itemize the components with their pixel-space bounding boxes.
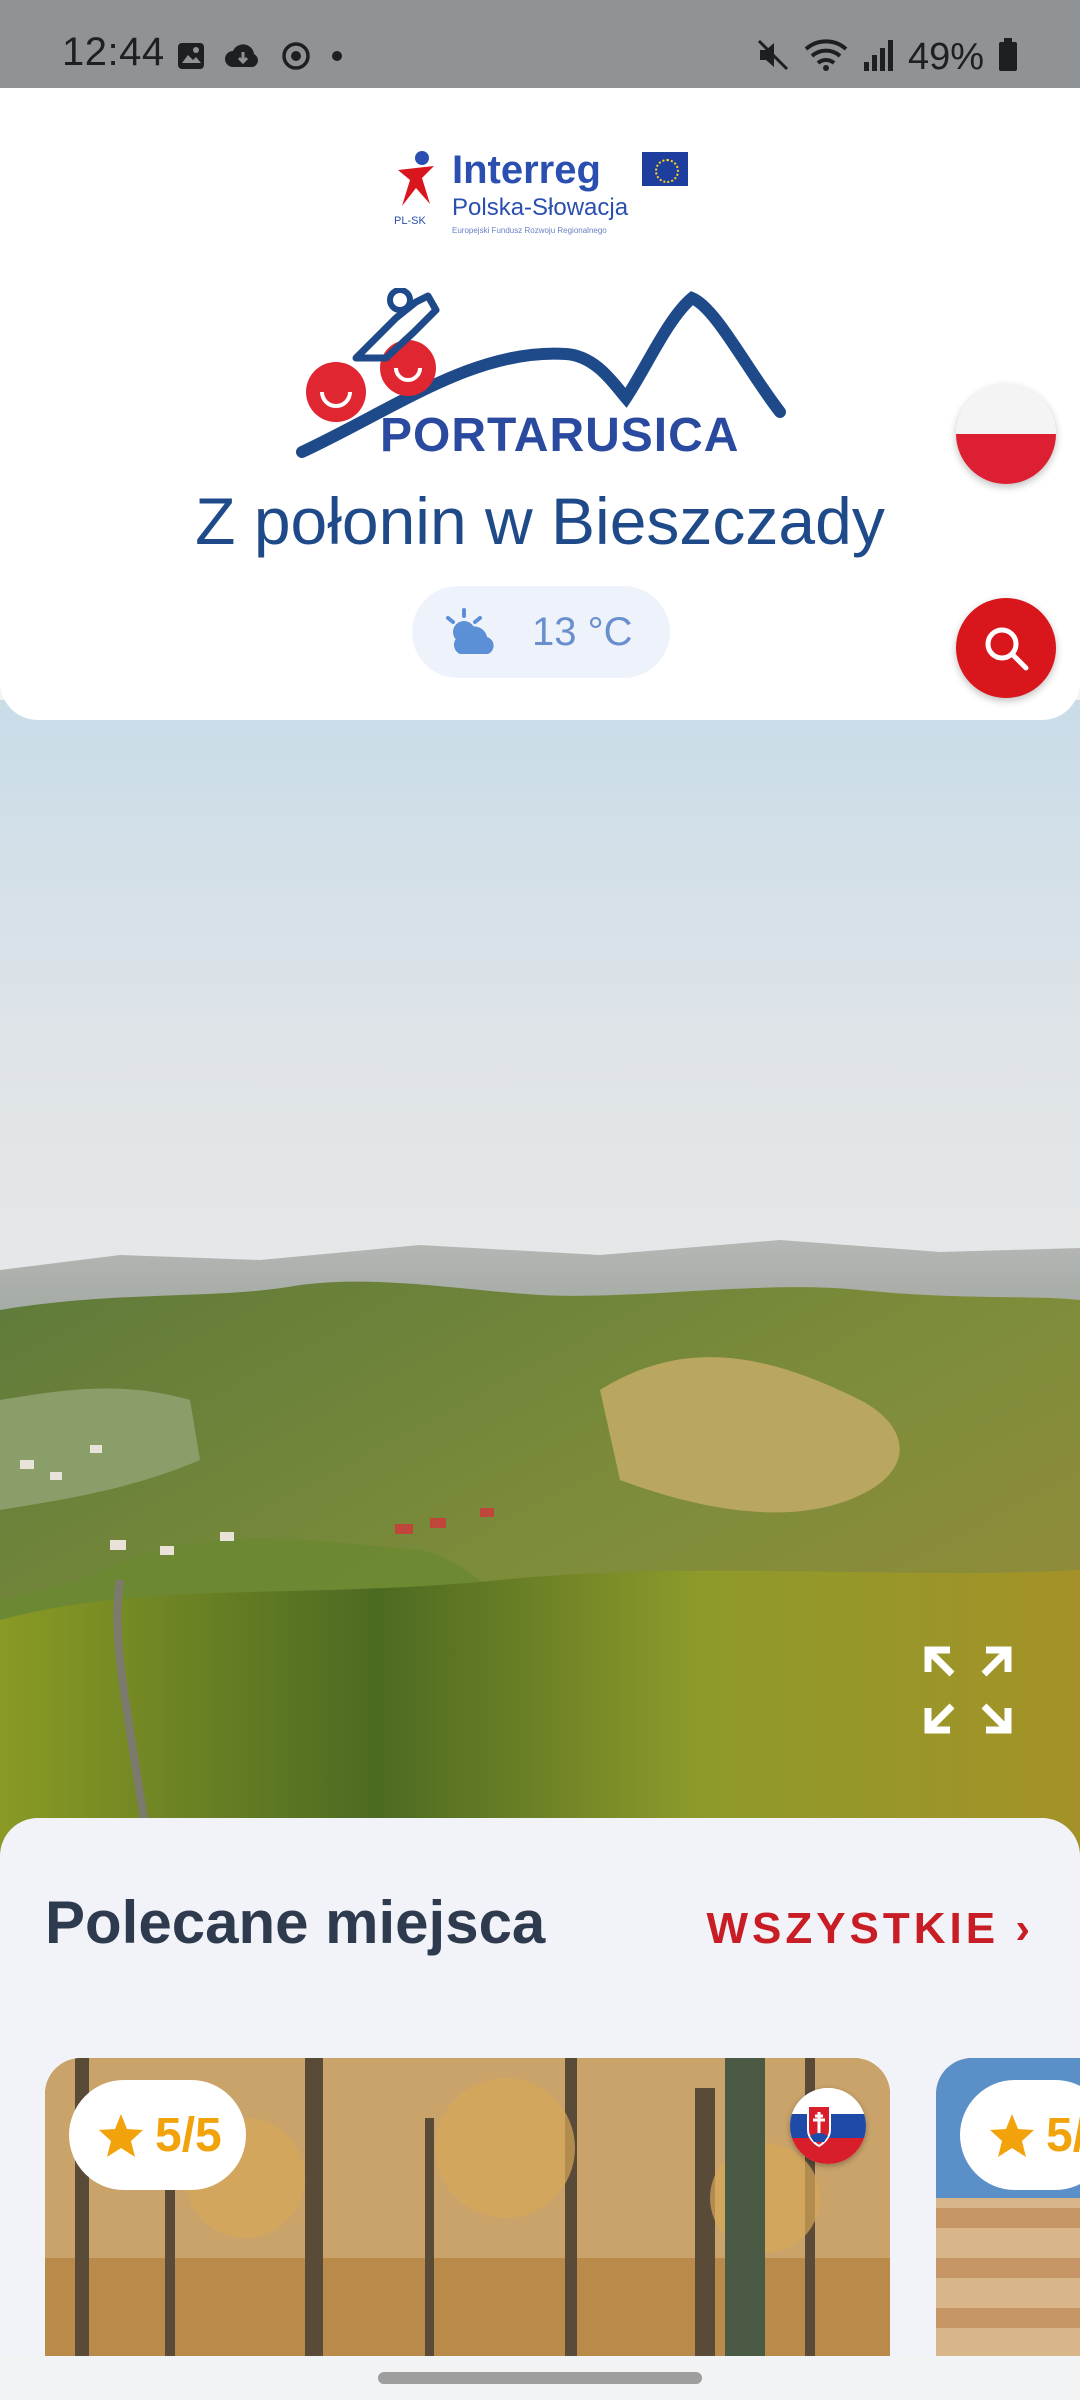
search-button[interactable] bbox=[956, 598, 1056, 698]
landscape-illustration bbox=[0, 1240, 1080, 1860]
place-card[interactable]: 5/5 bbox=[45, 2058, 890, 2400]
fullscreen-expand-icon[interactable] bbox=[920, 1642, 1016, 1738]
slovakia-flag-icon bbox=[790, 2088, 866, 2164]
recommended-section: Polecane miejsca WSZYSTKIE › 5/5 5 bbox=[0, 1818, 1080, 2400]
status-right-icons: 49% bbox=[756, 36, 1018, 79]
app-tagline: Z połonin w Bieszczady bbox=[195, 484, 885, 558]
poland-flag-icon[interactable] bbox=[956, 384, 1056, 484]
status-left-icons bbox=[176, 40, 344, 77]
star-icon bbox=[99, 2114, 143, 2157]
signal-icon bbox=[862, 38, 894, 77]
status-bar: 12:44 49% bbox=[0, 0, 1080, 88]
search-icon bbox=[985, 627, 1029, 671]
sponsor-brand: Interreg bbox=[452, 148, 601, 192]
hero-image[interactable] bbox=[0, 700, 1080, 1860]
rating-value: 5/5 bbox=[155, 2108, 222, 2162]
rating-badge: 5/ bbox=[960, 2080, 1080, 2190]
interreg-figure-icon: PL-SK bbox=[394, 151, 434, 227]
home-gesture-handle[interactable] bbox=[378, 2372, 702, 2384]
partly-cloudy-icon bbox=[442, 606, 502, 663]
see-all-link[interactable]: WSZYSTKIE › bbox=[706, 1904, 1034, 1954]
rating-value: 5/ bbox=[1046, 2108, 1080, 2162]
dot-icon bbox=[330, 49, 344, 68]
mute-icon bbox=[756, 38, 790, 77]
interreg-logo: PL-SK Interreg Polska-Słowacja Europejsk… bbox=[392, 148, 692, 238]
header-card: PL-SK Interreg Polska-Słowacja Europejsk… bbox=[0, 88, 1080, 720]
status-time: 12:44 bbox=[62, 30, 165, 74]
wifi-icon bbox=[804, 38, 848, 77]
battery-icon bbox=[998, 38, 1018, 77]
battery-percentage: 49% bbox=[907, 36, 984, 78]
star-icon bbox=[990, 2114, 1034, 2157]
weather-temperature: 13 °C bbox=[532, 610, 633, 654]
rating-badge: 5/5 bbox=[69, 2080, 246, 2190]
image-icon bbox=[176, 41, 206, 76]
portarusica-wordmark: PORTARUSICA bbox=[380, 409, 740, 462]
eu-flag-icon bbox=[642, 152, 688, 186]
sponsor-fineprint: Europejski Fundusz Rozwoju Regionalnego bbox=[452, 226, 607, 235]
section-title: Polecane miejsca bbox=[45, 1889, 546, 1956]
weather-widget[interactable]: 13 °C bbox=[412, 586, 670, 678]
sync-icon bbox=[280, 40, 312, 77]
svg-text:PL-SK: PL-SK bbox=[394, 215, 426, 227]
sponsor-subtitle: Polska-Słowacja bbox=[452, 194, 629, 221]
system-nav-bar bbox=[0, 2356, 1080, 2400]
place-card[interactable]: 5/ bbox=[936, 2058, 1080, 2400]
cloud-download-icon bbox=[224, 41, 262, 76]
